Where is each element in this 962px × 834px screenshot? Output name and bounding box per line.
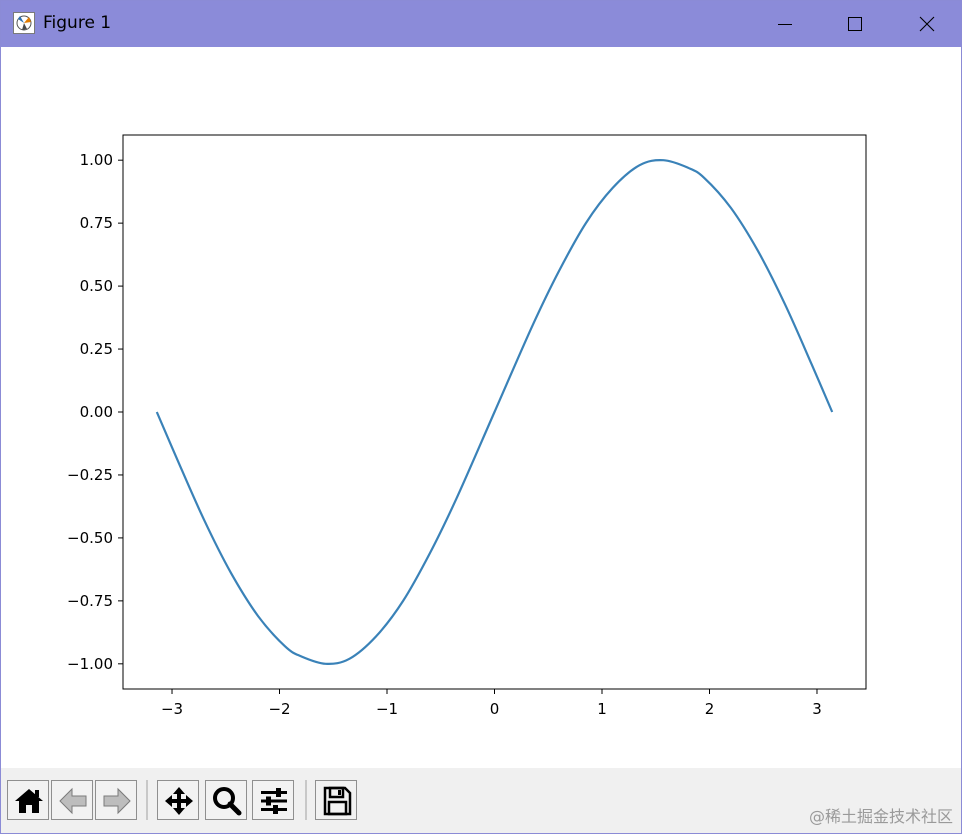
- close-icon: [919, 16, 935, 32]
- y-tick-label: 0.50: [80, 277, 113, 295]
- floppy-disk-icon: [323, 786, 352, 816]
- x-tick-label: −3: [161, 700, 183, 718]
- pan-button[interactable]: [157, 780, 199, 820]
- sliders-icon: [261, 788, 287, 814]
- x-tick-label: 1: [597, 700, 607, 718]
- window-title: Figure 1: [43, 13, 112, 33]
- y-tick-label: −1.00: [67, 655, 113, 673]
- y-tick-label: −0.25: [67, 466, 113, 484]
- y-tick-label: 1.00: [80, 151, 113, 169]
- configure-subplots-button[interactable]: [252, 780, 294, 820]
- minimize-button[interactable]: [753, 1, 817, 47]
- line-chart: −3 −2 −1 0 1 2 3 −1.00 −0.75 −0.50 −0.25 0.00 0.25 0.…: [67, 134, 867, 718]
- figure-window: Figure 1 −3 −2 −1 0 1 2 3 −1.00 −0.75 −0.50 −0.25 0…: [0, 0, 962, 834]
- title-bar[interactable]: Figure 1: [1, 1, 961, 47]
- toolbar-separator: [146, 780, 148, 820]
- arrow-left-icon: [59, 787, 87, 815]
- x-tick-label: 0: [490, 700, 500, 718]
- move-icon: [165, 787, 193, 815]
- y-tick-label: 0.75: [80, 214, 113, 232]
- x-tick-label: 3: [812, 700, 822, 718]
- toolbar-separator: [305, 780, 307, 820]
- home-icon: [15, 789, 43, 813]
- minimize-icon: [778, 24, 792, 25]
- maximize-icon: [848, 17, 862, 31]
- y-tick-label: −0.75: [67, 592, 113, 610]
- magnifier-icon: [213, 787, 242, 816]
- x-tick-label: 2: [705, 700, 715, 718]
- save-button[interactable]: [315, 780, 357, 820]
- matplotlib-app-icon: [13, 12, 35, 34]
- x-tick-label: −2: [268, 700, 290, 718]
- watermark-text: @稀土掘金技术社区: [808, 807, 953, 826]
- forward-button[interactable]: [95, 780, 137, 820]
- plot-canvas[interactable]: −3 −2 −1 0 1 2 3 −1.00 −0.75 −0.50 −0.25 0.00 0.25 0.…: [1, 47, 961, 767]
- maximize-button[interactable]: [823, 1, 887, 47]
- back-button[interactable]: [51, 780, 93, 820]
- y-tick-label: 0.00: [80, 403, 113, 421]
- zoom-button[interactable]: [205, 780, 247, 820]
- home-button[interactable]: [7, 780, 49, 820]
- close-button[interactable]: [895, 1, 959, 47]
- navigation-toolbar: @稀土掘金技术社区: [1, 768, 961, 833]
- y-tick-label: 0.25: [80, 340, 113, 358]
- y-tick-label: −0.50: [67, 529, 113, 547]
- x-tick-label: −1: [376, 700, 398, 718]
- arrow-right-icon: [103, 787, 131, 815]
